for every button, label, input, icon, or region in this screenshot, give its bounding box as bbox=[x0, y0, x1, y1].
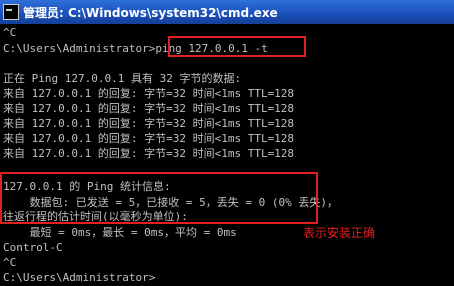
highlight-box-command bbox=[168, 36, 306, 57]
cmd-icon bbox=[3, 4, 19, 20]
console-line: 正在 Ping 127.0.0.1 具有 32 字节的数据: bbox=[3, 72, 242, 85]
console-line: Control-C bbox=[3, 241, 63, 254]
console-line: 来自 127.0.0.1 的回复: 字节=32 时间<1ms TTL=128 bbox=[3, 102, 295, 115]
highlight-box-statistics bbox=[0, 172, 318, 224]
title-bar[interactable]: 管理员: C:\Windows\system32\cmd.exe bbox=[0, 0, 454, 24]
console-line: C:\Users\Administrator> bbox=[3, 271, 156, 284]
console-line: ^C bbox=[3, 256, 17, 269]
window-title: 管理员: C:\Windows\system32\cmd.exe bbox=[23, 5, 278, 20]
console-line: 来自 127.0.0.1 的回复: 字节=32 时间<1ms TTL=128 bbox=[3, 147, 295, 160]
console-line: 来自 127.0.0.1 的回复: 字节=32 时间<1ms TTL=128 bbox=[3, 117, 295, 130]
console-output[interactable]: ^C C:\Users\Administrator>ping 127.0.0.1… bbox=[0, 24, 454, 286]
console-line: ^C bbox=[3, 26, 17, 39]
console-line: 来自 127.0.0.1 的回复: 字节=32 时间<1ms TTL=128 bbox=[3, 132, 295, 145]
console-line: 来自 127.0.0.1 的回复: 字节=32 时间<1ms TTL=128 bbox=[3, 87, 295, 100]
console-line: 最短 = 0ms，最长 = 0ms，平均 = 0ms bbox=[3, 226, 237, 239]
annotation-text: 表示安装正确 bbox=[303, 226, 376, 240]
